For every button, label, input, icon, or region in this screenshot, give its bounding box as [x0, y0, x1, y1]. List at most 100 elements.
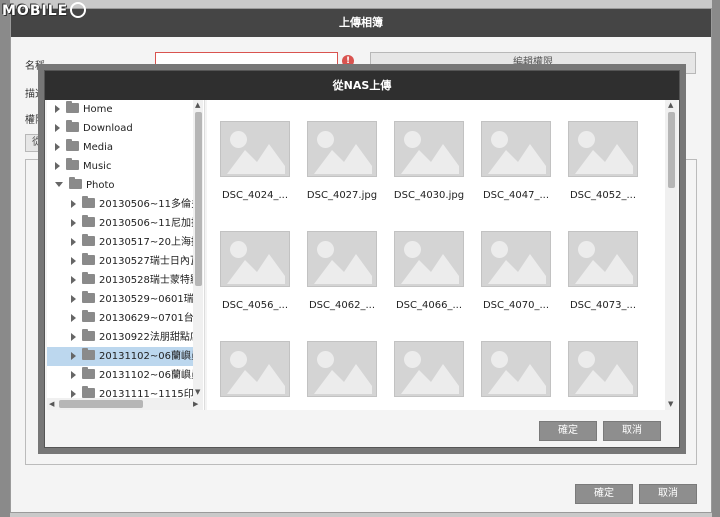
tree-item[interactable]: 20130527瑞士日內瓦 — [47, 252, 193, 271]
folder-icon — [82, 253, 95, 265]
chevron-right-icon[interactable] — [71, 352, 76, 360]
image-placeholder-icon[interactable] — [568, 341, 638, 397]
folder-icon — [82, 291, 95, 303]
mountain-icon — [575, 144, 633, 174]
chevron-right-icon[interactable] — [55, 124, 60, 132]
scroll-down-icon[interactable]: ▼ — [668, 400, 673, 408]
chevron-right-icon[interactable] — [71, 219, 76, 227]
tree-item[interactable]: 20131102~06蘭嶼員 — [47, 366, 193, 385]
tree-item-label: 20130506~11多倫多 — [99, 199, 193, 210]
image-placeholder-icon[interactable] — [394, 231, 464, 287]
chevron-right-icon[interactable] — [71, 276, 76, 284]
tree-item[interactable]: 20130517~20上海採 — [47, 233, 193, 252]
chevron-right-icon[interactable] — [71, 314, 76, 322]
grid-vertical-scrollbar[interactable]: ▲ ▼ — [665, 100, 677, 410]
nas-upload-title: 從NAS上傳 — [45, 71, 679, 100]
mountain-icon — [227, 144, 285, 174]
chevron-right-icon[interactable] — [71, 333, 76, 341]
nas-cancel-button[interactable]: 取消 — [603, 421, 661, 441]
outer-confirm-button[interactable]: 確定 — [575, 484, 633, 504]
tree-item-label: 20130922法朋甜點店 — [99, 332, 193, 343]
grid-vertical-scroll-thumb[interactable] — [668, 112, 675, 188]
tree-item[interactable]: 20131102~06蘭嶼員 — [47, 347, 193, 366]
chevron-right-icon[interactable] — [71, 200, 76, 208]
tree-item-label: Music — [83, 161, 112, 172]
image-placeholder-icon[interactable] — [568, 121, 638, 177]
mountain-icon — [488, 364, 546, 394]
folder-icon — [66, 101, 79, 113]
mountain-icon — [575, 254, 633, 284]
tree-item-label: 20130506~11尼加拉 — [99, 218, 193, 229]
image-placeholder-icon[interactable] — [481, 341, 551, 397]
image-placeholder-icon[interactable] — [568, 231, 638, 287]
tree-item[interactable]: Music — [47, 157, 193, 176]
file-name-label: DSC_4070_... — [482, 300, 549, 311]
file-name-label: DSC_4056_... — [221, 300, 288, 311]
background-left-edge — [0, 0, 10, 517]
mountain-icon — [401, 254, 459, 284]
tree-item[interactable]: 20130506~11尼加拉 — [47, 214, 193, 233]
tree-horizontal-scrollbar[interactable]: ◀ ▶ — [47, 398, 203, 410]
outer-cancel-button[interactable]: 取消 — [639, 484, 697, 504]
chevron-right-icon[interactable] — [71, 238, 76, 246]
folder-icon — [82, 367, 95, 379]
tree-item-label: Home — [83, 104, 113, 115]
scroll-left-icon[interactable]: ◀ — [49, 400, 54, 408]
tree-item[interactable]: Photo — [47, 176, 193, 195]
chevron-right-icon[interactable] — [71, 371, 76, 379]
file-name-label: DSC_4027.jpg — [306, 190, 378, 201]
scroll-right-icon[interactable]: ▶ — [193, 400, 198, 408]
image-placeholder-icon[interactable] — [220, 121, 290, 177]
image-placeholder-icon[interactable] — [307, 121, 377, 177]
chevron-down-icon[interactable] — [55, 182, 63, 187]
folder-icon — [82, 234, 95, 246]
tree-item[interactable]: Download — [47, 119, 193, 138]
file-name-label: DSC_4073_... — [569, 300, 636, 311]
mountain-icon — [314, 364, 372, 394]
mountain-icon — [314, 144, 372, 174]
nas-confirm-button[interactable]: 確定 — [539, 421, 597, 441]
chevron-right-icon[interactable] — [71, 257, 76, 265]
file-name-label: DSC_4030.jpg — [393, 190, 465, 201]
image-placeholder-icon[interactable] — [481, 121, 551, 177]
file-name-label: DSC_4062_... — [308, 300, 375, 311]
scroll-up-icon[interactable]: ▲ — [195, 101, 200, 109]
mountain-icon — [488, 144, 546, 174]
chevron-right-icon[interactable] — [55, 105, 60, 113]
tree-item-label: 20130527瑞士日內瓦 — [99, 256, 193, 267]
tree-item-label: Download — [83, 123, 133, 134]
image-placeholder-icon[interactable] — [481, 231, 551, 287]
chevron-right-icon[interactable] — [71, 295, 76, 303]
image-placeholder-icon[interactable] — [220, 341, 290, 397]
image-placeholder-icon[interactable] — [307, 231, 377, 287]
scroll-up-icon[interactable]: ▲ — [668, 101, 673, 109]
chevron-right-icon[interactable] — [55, 162, 60, 170]
tree-horizontal-scroll-thumb[interactable] — [59, 400, 143, 408]
scroll-down-icon[interactable]: ▼ — [195, 388, 200, 396]
tree-item[interactable]: Media — [47, 138, 193, 157]
tree-item-label: 20131102~06蘭嶼員 — [99, 370, 193, 381]
mobile01-watermark: MOBILE — [2, 2, 87, 22]
tree-vertical-scroll-thumb[interactable] — [195, 112, 202, 286]
tree-item-label: 20131102~06蘭嶼員 — [99, 351, 193, 362]
tree-item[interactable]: Home — [47, 100, 193, 119]
folder-icon — [69, 177, 82, 189]
image-placeholder-icon[interactable] — [307, 341, 377, 397]
folder-icon — [82, 386, 95, 398]
folder-icon — [82, 272, 95, 284]
folder-icon — [82, 348, 95, 360]
mountain-icon — [314, 254, 372, 284]
tree-item[interactable]: 20130506~11多倫多 — [47, 195, 193, 214]
tree-item[interactable]: 20130629~0701台東 — [47, 309, 193, 328]
image-placeholder-icon[interactable] — [394, 121, 464, 177]
chevron-right-icon[interactable] — [55, 143, 60, 151]
tree-vertical-scrollbar[interactable]: ▲ ▼ — [193, 100, 203, 398]
file-thumbnail-grid: DSC_4073_... DSC_4070_... DSC_4066_... DSC_… — [207, 100, 677, 410]
image-placeholder-icon[interactable] — [394, 341, 464, 397]
image-placeholder-icon[interactable] — [220, 231, 290, 287]
upload-album-title: 上傳相簿 — [11, 9, 711, 37]
tree-item[interactable]: 20130528瑞士蒙特羅 — [47, 271, 193, 290]
tree-item[interactable]: 20130922法朋甜點店 — [47, 328, 193, 347]
chevron-right-icon[interactable] — [71, 390, 76, 398]
tree-item[interactable]: 20130529~0601瑞士 — [47, 290, 193, 309]
